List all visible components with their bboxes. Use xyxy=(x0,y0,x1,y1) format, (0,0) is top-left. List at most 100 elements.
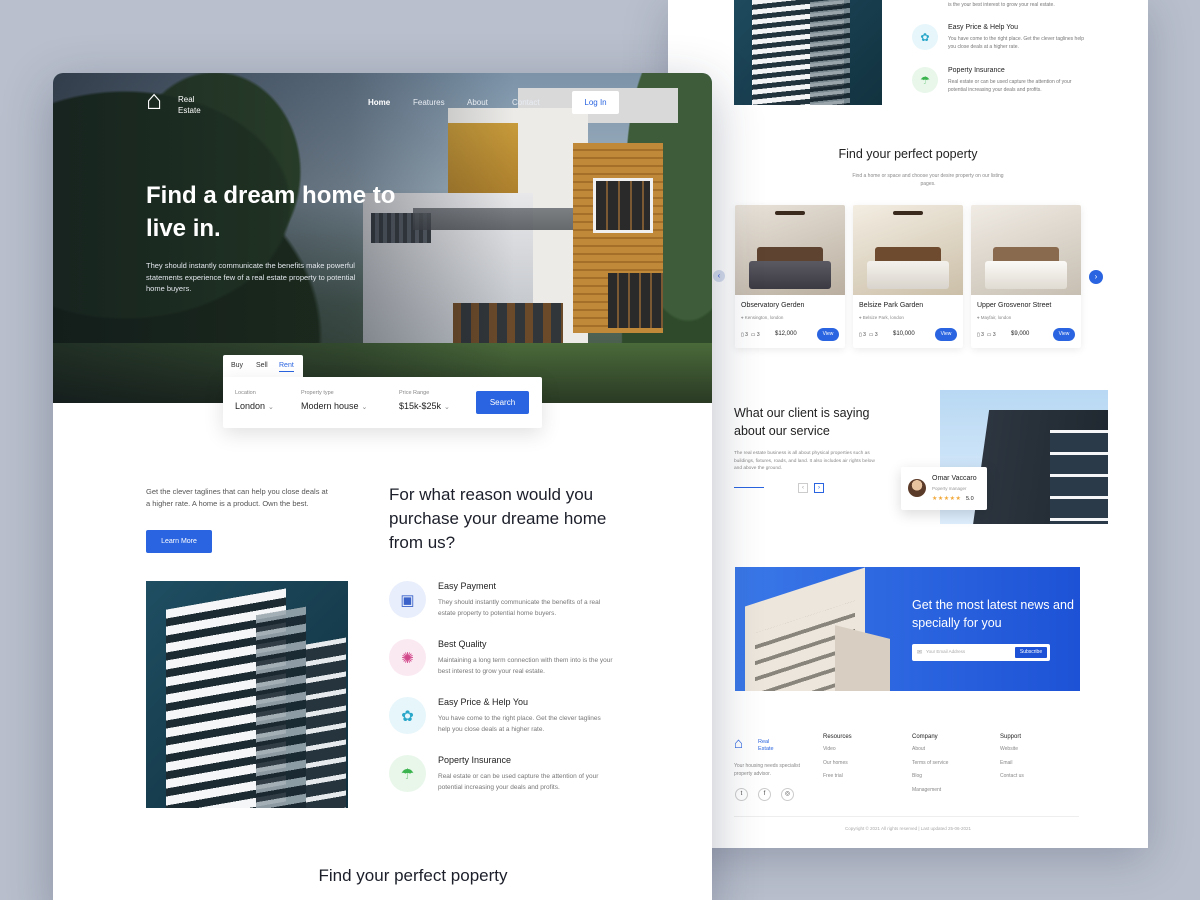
footer-link[interactable]: Website xyxy=(1000,746,1024,752)
brand-name-line2: Estate xyxy=(178,105,201,115)
footer-divider xyxy=(734,816,1079,817)
brand-name-line1: Real xyxy=(178,95,195,104)
tower-image xyxy=(734,0,882,105)
testimonial-next-icon[interactable]: › xyxy=(814,483,824,493)
footer-link[interactable]: Terms of service xyxy=(912,760,948,766)
property-photo xyxy=(853,205,963,295)
property-card[interactable]: Belsize Park Garden ⌖ Belsize Park, lond… xyxy=(853,205,963,348)
tab-buy[interactable]: Buy xyxy=(231,362,243,369)
property-rooms: ▯ 3 ▭ 3 xyxy=(741,332,760,338)
subscribe-button[interactable]: Subscribe xyxy=(1015,647,1047,658)
footer-link[interactable]: Free trial xyxy=(823,773,852,779)
footer-link[interactable]: Contact us xyxy=(1000,773,1024,779)
nav-home[interactable]: Home xyxy=(368,98,390,107)
property-price: $12,000 xyxy=(775,331,797,337)
property-price: $10,000 xyxy=(893,331,915,337)
phone-payment-icon: ▣ xyxy=(389,581,426,618)
search-panel: Location London ⌄ Property type Modern ho… xyxy=(223,377,542,428)
newsletter-building-image xyxy=(735,567,900,691)
why-description: Get the clever taglines that can help yo… xyxy=(146,487,328,508)
slide-indicator xyxy=(734,487,764,488)
view-button[interactable]: View xyxy=(1053,328,1075,341)
price-range-select[interactable]: Price Range $15k-$25k ⌄ xyxy=(399,390,450,411)
find-property-title: Find your perfect poperty xyxy=(318,866,508,885)
property-name: Belsize Park Garden xyxy=(859,302,924,309)
property-name: Observatory Gerden xyxy=(741,302,805,309)
rating-score: 5.0 xyxy=(966,496,974,502)
property-rooms: ▯ 3 ▭ 3 xyxy=(977,332,996,338)
nav-contact[interactable]: Contact xyxy=(512,98,540,107)
carousel-next-icon[interactable]: › xyxy=(1089,270,1103,284)
twitter-icon[interactable]: t xyxy=(735,788,748,801)
newsletter-banner: Get the most latest news and specially f… xyxy=(735,567,1080,691)
star-rating-icon: ★★★★★ xyxy=(932,496,962,502)
footer-link[interactable]: About xyxy=(912,746,948,752)
reviewer-role: Poperty manager xyxy=(932,486,967,491)
property-type-select[interactable]: Property type Modern house ⌄ xyxy=(301,390,367,411)
chevron-down-icon: ⌄ xyxy=(444,404,450,411)
house-icon: ⌂ xyxy=(734,735,744,752)
reviewer-card: Omar Vaccaro Poperty manager ★★★★★ 5.0 xyxy=(901,467,987,510)
testimonial-prev-icon[interactable]: ‹ xyxy=(798,483,808,493)
property-card[interactable]: Upper Grosvenor Street ⌖ Mayfair, london… xyxy=(971,205,1081,348)
view-button[interactable]: View xyxy=(817,328,839,341)
property-price: $9,000 xyxy=(1011,331,1030,337)
property-location: ⌖ Belsize Park, london xyxy=(859,315,904,320)
chevron-down-icon: ⌄ xyxy=(361,404,368,411)
footer-column-support: Support Website Email Contact us xyxy=(1000,734,1024,779)
footer-column-company: Company About Terms of service Blog Mana… xyxy=(912,734,949,793)
chevron-down-icon: ⌄ xyxy=(268,404,274,411)
avatar xyxy=(908,479,926,497)
nav-about[interactable]: About xyxy=(467,98,488,107)
footer-link[interactable]: Blog xyxy=(912,773,948,779)
footer-column-resources: Resources Video Our homes Free trial xyxy=(823,734,852,779)
property-photo xyxy=(735,205,845,295)
mail-icon: ✉ xyxy=(917,650,923,656)
property-name: Upper Grosvenor Street xyxy=(977,302,1052,309)
search-tabs: Buy Sell Rent xyxy=(223,355,303,379)
property-rooms: ▯ 3 ▭ 3 xyxy=(859,332,878,338)
footer-tagline: Your housing needs specialist property a… xyxy=(734,763,800,777)
testimonial-title: What our client is saying about our serv… xyxy=(734,406,870,438)
facebook-icon[interactable]: f xyxy=(758,788,771,801)
instagram-icon[interactable]: ◎ xyxy=(781,788,794,801)
location-select[interactable]: Location London ⌄ xyxy=(235,390,274,411)
login-button[interactable]: Log In xyxy=(572,91,619,114)
nav-features[interactable]: Features xyxy=(413,98,445,107)
gear-help-icon: ✿ xyxy=(389,697,426,734)
property-location: ⌖ Kensington, london xyxy=(741,315,784,320)
newsletter-title: Get the most latest news and specially f… xyxy=(912,598,1074,630)
feature-snippet: is the your best interest to grow your r… xyxy=(948,2,1055,8)
footer-link[interactable]: Video xyxy=(823,746,852,752)
hero-title: Find a dream home to live in. xyxy=(146,182,396,243)
tab-rent[interactable]: Rent xyxy=(279,362,294,372)
find-property-subtitle: Find a home or space and choose your des… xyxy=(852,173,1004,187)
property-photo xyxy=(971,205,1081,295)
footer-link[interactable]: Email xyxy=(1000,760,1024,766)
property-location: ⌖ Mayfair, london xyxy=(977,315,1012,320)
gear-help-icon: ✿ xyxy=(912,24,938,50)
search-button[interactable]: Search xyxy=(476,391,529,414)
insurance-icon: ☂ xyxy=(389,755,426,792)
testimonial-description: The real estate business is all about ph… xyxy=(734,451,875,472)
why-title: For what reason would you purchase your … xyxy=(389,485,607,553)
hero-description: They should instantly communicate the be… xyxy=(146,261,356,294)
tower-image xyxy=(146,581,348,808)
carousel-prev-icon[interactable]: ‹ xyxy=(713,270,725,282)
newsletter-email-input[interactable]: ✉ Your Email Address Subscribe xyxy=(912,644,1050,661)
tab-sell[interactable]: Sell xyxy=(256,362,268,369)
find-property-title: Find your perfect poperty xyxy=(838,147,978,161)
copyright: Copyright © 2021 All rights reserved | L… xyxy=(844,826,972,831)
footer-link[interactable]: Management xyxy=(912,787,948,793)
learn-more-button[interactable]: Learn More xyxy=(146,530,212,553)
house-icon: ⌂ xyxy=(146,85,163,115)
footer-link[interactable]: Our homes xyxy=(823,760,852,766)
property-card[interactable]: Observatory Gerden ⌖ Kensington, london … xyxy=(735,205,845,348)
reviewer-name: Omar Vaccaro xyxy=(932,475,977,482)
view-button[interactable]: View xyxy=(935,328,957,341)
main-page: ⌂ Real Estate Home Features About Contact… xyxy=(53,73,712,900)
hero-section: ⌂ Real Estate Home Features About Contact… xyxy=(53,73,712,403)
secondary-page-preview: is the your best interest to grow your r… xyxy=(668,0,1148,848)
badge-icon: ✺ xyxy=(389,639,426,676)
insurance-icon: ☂ xyxy=(912,67,938,93)
